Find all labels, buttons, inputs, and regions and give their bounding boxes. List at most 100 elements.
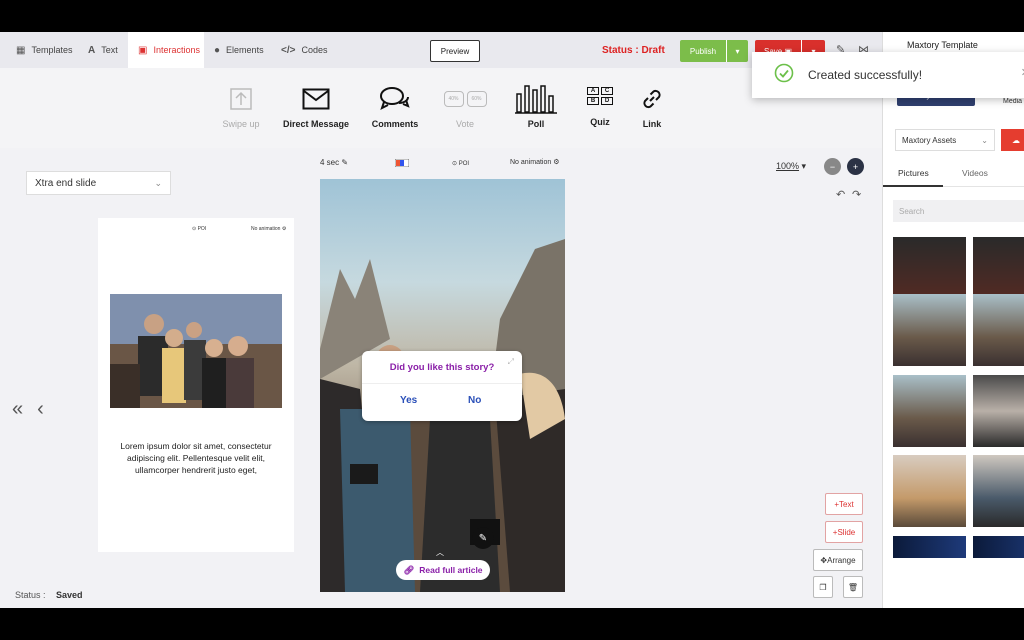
resize-icon[interactable]: ⤢	[508, 357, 514, 367]
status-value: Saved	[56, 590, 83, 600]
tab-templates[interactable]: ▦ Templates	[16, 32, 80, 68]
media-thumbnail[interactable]	[893, 455, 966, 527]
poi-toggle[interactable]: ⊙ POI	[452, 160, 469, 167]
poi-label: ⊙ POI	[192, 226, 207, 232]
media-thumbnail[interactable]	[973, 455, 1024, 527]
caret-down-icon: ▾	[801, 161, 807, 171]
media-thumbnail[interactable]	[973, 536, 1024, 558]
end-slide-preview[interactable]: ⊙ POI No animation ⚙ Lorem ipsum dolor s…	[98, 218, 294, 552]
tool-comments[interactable]: Comments	[355, 84, 435, 129]
media-thumbnail[interactable]	[893, 375, 966, 447]
status-draft: Status : Draft	[602, 45, 665, 56]
top-nav: ▦ Templates A Text ▣ Interactions ● Elem…	[0, 32, 882, 68]
media-thumbnail[interactable]	[973, 375, 1024, 447]
comments-icon	[379, 84, 411, 114]
edit-pencil-icon[interactable]: ✎	[472, 527, 494, 549]
quiz-icon: A C B D	[587, 78, 613, 114]
tool-label: Vote	[455, 119, 475, 129]
left-panel: Xtra end slide ⌄ ⊙ POI No animation ⚙ Lo…	[0, 148, 312, 608]
trash-icon[interactable]: 🗑︎	[843, 576, 863, 598]
chevron-down-icon: ⌄	[981, 135, 988, 145]
add-slide-button[interactable]: + Slide	[825, 521, 863, 543]
vote-icon: 40% 60%	[443, 84, 487, 114]
animation-selector[interactable]: No animation ⚙	[510, 158, 559, 166]
tab-label: Interactions	[153, 45, 200, 55]
zoom-in-icon[interactable]: +	[847, 158, 864, 175]
publish-button[interactable]: Publish ▾	[680, 40, 748, 62]
text-icon: A	[88, 44, 96, 56]
status-label: Status :	[15, 590, 46, 600]
media-thumbnail[interactable]	[973, 294, 1024, 366]
quiz-letter: B	[587, 97, 599, 105]
animation-text: No animation	[510, 159, 552, 166]
media-panel: Maxtory Template My Media More Media Max…	[882, 32, 1024, 608]
zoom-value: 100%	[776, 161, 800, 171]
grid-icon: ▦	[16, 44, 26, 56]
poll-option-yes[interactable]: Yes	[400, 395, 417, 406]
gear-icon: ⚙	[553, 159, 560, 166]
poll-question: Did you like this story?	[389, 362, 495, 373]
media-thumbnail[interactable]	[893, 536, 966, 558]
tool-label: Comments	[371, 119, 419, 129]
tab-elements[interactable]: ● Elements	[214, 32, 274, 68]
poll-widget[interactable]: Did you like this story? Yes No ⤢	[362, 351, 522, 421]
editor-app: ▦ Templates A Text ▣ Interactions ● Elem…	[0, 32, 1024, 608]
upload-button[interactable]: ☁	[1001, 129, 1024, 151]
tool-swipe-up[interactable]: Swipe up	[201, 84, 281, 129]
tab-label: Templates	[31, 45, 73, 55]
tab-label: Codes	[301, 45, 328, 55]
quiz-letter: A	[587, 87, 599, 95]
tool-vote[interactable]: 40% 60% Vote	[425, 84, 505, 129]
tab-codes[interactable]: </> Codes	[281, 32, 331, 68]
story-canvas[interactable]: Did you like this story? Yes No ⤢ ✎ ︿ 🔗︎…	[320, 179, 565, 592]
read-article-button[interactable]: 🔗︎ Read full article	[396, 560, 490, 580]
add-text-button[interactable]: + Text	[825, 493, 863, 515]
chevron-up-icon: ︿	[436, 548, 444, 557]
undo-icon[interactable]: ↶	[836, 188, 845, 201]
chevron-left-icon[interactable]: ‹	[37, 398, 44, 421]
group-photo	[110, 294, 282, 408]
duplicate-icon[interactable]: ❐	[813, 576, 833, 598]
tool-direct-message[interactable]: Direct Message	[276, 84, 356, 129]
slide-type-dropdown[interactable]: Xtra end slide ⌄	[26, 171, 171, 195]
link-icon: 🔗︎	[403, 564, 415, 575]
success-toast: Created successfully! ✕	[752, 52, 1024, 98]
assets-dropdown[interactable]: Maxtory Assets ⌄	[895, 129, 995, 151]
check-circle-icon	[774, 63, 794, 88]
poll-divider	[362, 383, 522, 384]
elements-icon: ●	[214, 44, 221, 56]
tab-pictures[interactable]: Pictures	[898, 168, 929, 178]
tab-text[interactable]: A Text	[88, 32, 128, 68]
tab-label: Elements	[226, 45, 264, 55]
color-picker-icon[interactable]	[394, 158, 410, 169]
zoom-out-icon[interactable]: −	[824, 158, 841, 175]
animation-label: No animation ⚙	[251, 226, 287, 232]
poll-icon	[515, 84, 557, 114]
double-chevron-left-icon[interactable]: «	[12, 398, 23, 421]
assets-value: Maxtory Assets	[902, 135, 957, 145]
tool-label: Link	[642, 119, 662, 129]
poll-option-no[interactable]: No	[468, 395, 481, 406]
mail-icon	[302, 84, 330, 114]
active-tab-underline	[883, 185, 943, 187]
media-search-input[interactable]: Search	[893, 200, 1024, 222]
tab-videos[interactable]: Videos	[962, 168, 988, 178]
tool-label: Swipe up	[222, 119, 260, 129]
caret-down-icon[interactable]: ▾	[726, 40, 748, 62]
vote-option-a: 40%	[443, 91, 464, 107]
media-thumbnail[interactable]	[893, 294, 966, 366]
tool-link[interactable]: Link	[612, 84, 692, 129]
tool-label: Quiz	[590, 117, 610, 127]
slide-duration[interactable]: 4 sec ✎	[320, 158, 348, 167]
vote-option-b: 60%	[466, 91, 487, 107]
cloud-upload-icon: ☁	[1012, 135, 1020, 145]
arrange-button[interactable]: ✥ Arrange	[813, 549, 863, 571]
redo-icon[interactable]: ↷	[852, 188, 861, 201]
tool-label: Poll	[527, 119, 545, 129]
tab-interactions[interactable]: ▣ Interactions	[128, 32, 204, 68]
preview-button[interactable]: Preview	[430, 40, 480, 62]
zoom-select[interactable]: 100% ▾	[776, 161, 806, 172]
body-text: Lorem ipsum dolor sit amet, consectetur …	[120, 441, 272, 475]
interactions-toolbar: Swipe up Direct Message Comments 40% 60%…	[0, 68, 882, 148]
toast-message: Created successfully!	[808, 68, 923, 82]
